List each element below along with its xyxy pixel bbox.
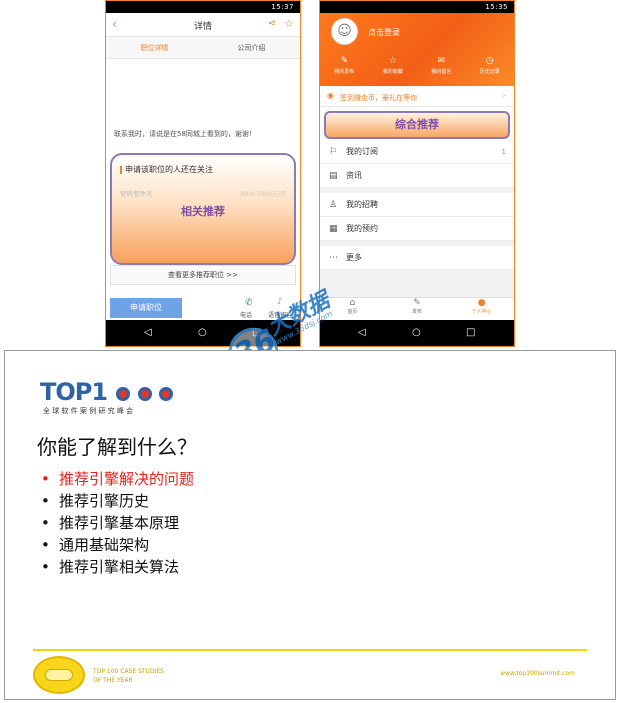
- bullet-item-2: • 推荐引擎历史: [41, 490, 149, 511]
- quick-action-label: 我的收藏: [382, 69, 403, 75]
- logo-subtitle: 全 球 软 件 案 例 研 究 峰 会: [43, 407, 134, 415]
- document-icon: ▤: [329, 171, 338, 181]
- coin-icon: ◉: [327, 91, 334, 100]
- logo-text: TOP1: [40, 378, 108, 406]
- bullet-text: 推荐引擎基本原理: [59, 514, 180, 532]
- tab-company-intro[interactable]: 公司介绍: [203, 37, 300, 58]
- menu-item-label: 资讯: [346, 171, 362, 180]
- status-time: 15:35: [485, 3, 508, 11]
- bullet-dot: •: [41, 558, 50, 576]
- top1-logo: TOP1: [40, 378, 174, 407]
- presentation-slide: TOP1 全 球 软 件 案 例 研 究 峰 会 你能了解到什么？ • 推荐引擎解…: [4, 350, 616, 700]
- quick-actions: ✎ 我的发布 ☆ 我的收藏 ✉ 我的留言 ◷ 历史记录: [320, 56, 514, 75]
- quick-action-messages[interactable]: ✉ 我的留言: [417, 56, 466, 75]
- related-recommend-label: 相关推荐: [181, 205, 225, 218]
- menu-item-label: 我的招聘: [346, 200, 378, 209]
- footer-left-text: TOP 100 CASE STUDIES OF THE YEAR: [93, 667, 164, 685]
- bullet-item-1: • 推荐引擎解决的问题: [41, 468, 194, 489]
- menu-item-label: 更多: [346, 253, 362, 262]
- bullet-dot: •: [41, 514, 50, 532]
- contact-notice: 联系我时，请说是在58同城上看到的，谢谢!: [114, 130, 252, 138]
- bullet-text: 推荐引擎历史: [59, 492, 150, 510]
- detail-header: ‹ 详情 ⋖ ☆: [106, 13, 300, 37]
- sign-in-banner[interactable]: ◉ 签到赚金币，豪礼在等你 ›: [320, 87, 514, 107]
- menu-item-news[interactable]: ▤ 资讯: [320, 164, 514, 188]
- person-icon: ♙: [329, 200, 338, 210]
- avatar[interactable]: ☺: [331, 18, 358, 45]
- calendar-icon: ▦: [329, 224, 338, 234]
- user-icon: ●: [477, 298, 486, 308]
- pencil-icon: ✎: [340, 56, 349, 66]
- menu-item-appointments[interactable]: ▦ 我的预约: [320, 217, 514, 241]
- tab-publish[interactable]: ✎ 发布: [385, 298, 450, 321]
- bullet-text: 推荐引擎相关算法: [59, 558, 180, 576]
- slide-heading: 你能了解到什么？: [37, 435, 197, 459]
- status-bar: 15:37: [106, 1, 300, 13]
- menu-item-label: 我的预约: [346, 224, 378, 233]
- favorite-star-icon[interactable]: ☆: [284, 17, 294, 30]
- related-title-text: 申请该职位的人还在关注: [125, 165, 213, 174]
- star-icon: ☆: [388, 56, 397, 66]
- bullet-dot: •: [41, 470, 50, 488]
- bullet-dot: •: [41, 492, 50, 510]
- menu-item-label: 我的订阅: [346, 147, 378, 156]
- footer-left-line1: TOP 100 CASE STUDIES: [93, 668, 164, 675]
- tab-personal-center[interactable]: ● 个人中心: [449, 298, 514, 321]
- comprehensive-recommend-label: 综合推荐: [395, 118, 439, 131]
- quick-action-label: 历史记录: [479, 69, 500, 75]
- quick-action-label: 我的发布: [334, 69, 355, 75]
- footer-left-line2: OF THE YEAR: [93, 677, 133, 684]
- nav-home-icon[interactable]: ○: [412, 327, 421, 338]
- top100-seal-logo: [33, 656, 85, 694]
- menu-item-subscriptions[interactable]: ⚐ 我的订阅 1: [320, 140, 514, 164]
- tab-label: 个人中心: [471, 309, 492, 315]
- logo-eyes-icon: [116, 379, 174, 407]
- footer-url: www.top100summit.com: [500, 670, 575, 677]
- quick-action-publish[interactable]: ✎ 我的发布: [320, 56, 369, 75]
- bullet-item-3: • 推荐引擎基本原理: [41, 512, 179, 533]
- related-recommend-box[interactable]: 申请该职位的人还在关注 营销/整件讯 3000-5000元/月 相关推荐: [110, 153, 296, 265]
- bullet-text: 推荐引擎解决的问题: [59, 470, 195, 488]
- chevron-right-icon: ›: [502, 91, 506, 101]
- profile-header: ☺ 点击登录 ✎ 我的发布 ☆ 我的收藏 ✉ 我的留言 ◷ 历史记录: [320, 13, 514, 86]
- quick-action-label: 我的留言: [431, 69, 452, 75]
- nav-recent-icon[interactable]: □: [466, 327, 475, 338]
- empty-area: [320, 270, 514, 297]
- title-marker: [120, 165, 122, 174]
- tab-job-detail[interactable]: 职位详情: [106, 37, 203, 58]
- menu-item-more[interactable]: ⋯ 更多: [320, 246, 514, 270]
- comprehensive-recommend-box[interactable]: 综合推荐: [324, 111, 510, 139]
- edit-icon: ✎: [413, 298, 421, 308]
- more-jobs-link[interactable]: 查看更多推荐职位 >>: [110, 265, 296, 285]
- clock-icon: ◷: [485, 56, 494, 66]
- share-icon[interactable]: ⋖: [268, 18, 276, 29]
- bookmark-icon: ⚐: [329, 147, 338, 157]
- login-link[interactable]: 点击登录: [368, 27, 400, 38]
- subscription-count-badge: 1: [501, 148, 506, 156]
- quick-action-history[interactable]: ◷ 历史记录: [466, 56, 515, 75]
- bullet-item-5: • 推荐引擎相关算法: [41, 556, 179, 577]
- nav-home-icon[interactable]: ○: [198, 327, 207, 338]
- apply-job-button[interactable]: 申请职位: [110, 298, 182, 318]
- related-title: 申请该职位的人还在关注: [120, 164, 213, 175]
- faded-job-salary: 3000-5000元/月: [239, 191, 286, 198]
- footer-line: [33, 649, 587, 651]
- detail-tabs: 职位详情 公司介绍: [106, 37, 300, 59]
- message-icon: ✉: [437, 56, 446, 66]
- bullet-text: 通用基础架构: [59, 536, 150, 554]
- bullet-dot: •: [41, 536, 50, 554]
- status-time: 15:37: [271, 3, 294, 11]
- menu-item-recruitment[interactable]: ♙ 我的招聘: [320, 193, 514, 217]
- quick-action-favorites[interactable]: ☆ 我的收藏: [369, 56, 418, 75]
- nav-back-icon[interactable]: ◁: [144, 327, 152, 338]
- bullet-item-4: • 通用基础架构: [41, 534, 149, 555]
- tab-label: 发布: [412, 309, 423, 315]
- sign-in-text: 签到赚金币，豪礼在等你: [340, 94, 417, 102]
- status-bar: 15:35: [320, 1, 514, 13]
- faded-job-category: 营销/整件讯: [120, 191, 153, 198]
